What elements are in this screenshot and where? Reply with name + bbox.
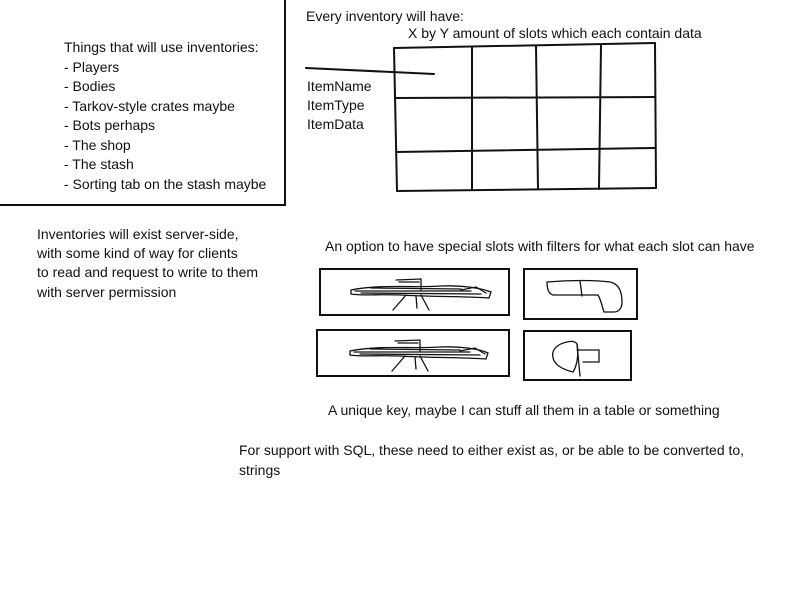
rifle-sketch-icon xyxy=(350,278,492,311)
special-slot-rifle xyxy=(316,329,510,377)
special-slot-rifle xyxy=(319,268,510,316)
pistol-sketch-icon xyxy=(546,279,623,313)
special-slots-caption: An option to have special slots with fil… xyxy=(325,238,755,254)
special-slot-pistol xyxy=(523,268,638,320)
sql-note-line: For support with SQL, these need to eith… xyxy=(239,442,745,458)
special-slot-armor xyxy=(523,330,632,381)
armor-sketch-icon xyxy=(551,340,600,377)
server-note-line: to read and request to write to them xyxy=(37,264,259,280)
server-note-line: Inventories will exist server-side, xyxy=(37,226,239,242)
server-note-line: with some kind of way for clients xyxy=(37,245,238,261)
rifle-sketch-icon xyxy=(349,339,489,372)
unique-key-note: A unique key, maybe I can stuff all them… xyxy=(328,402,720,418)
sql-note-line: strings xyxy=(239,462,281,478)
server-note-line: with server permission xyxy=(37,284,177,300)
